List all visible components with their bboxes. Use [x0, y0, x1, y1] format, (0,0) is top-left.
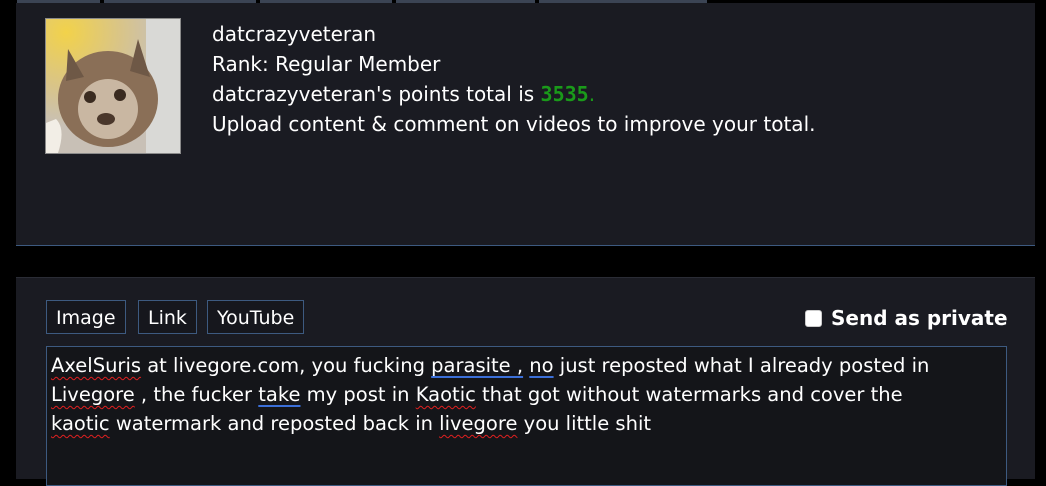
comment-text: my post in	[300, 383, 416, 406]
grammar-error-word: no	[529, 354, 554, 377]
grammar-error-word: take	[258, 383, 301, 406]
send-private-label[interactable]: Send as private	[831, 306, 1008, 330]
spell-error-word: Kaotic	[415, 383, 476, 406]
spell-error-word: AxelSuris	[51, 354, 142, 377]
points-value: 3535	[540, 82, 589, 106]
spell-error-word: livegore	[439, 412, 518, 435]
username[interactable]: datcrazyveteran	[212, 19, 815, 49]
spell-error-word: kaotic	[51, 412, 110, 435]
rank: Rank: Regular Member	[212, 52, 441, 76]
insert-image-button[interactable]: Image	[46, 300, 126, 334]
comment-text: you little shit	[517, 412, 652, 435]
comment-text: at livegore.com, you fucking	[141, 354, 432, 377]
profile-card: datcrazyveteran Rank: Regular Member dat…	[16, 3, 1035, 246]
insert-link-button[interactable]: Link	[138, 300, 197, 334]
points-hint: Upload content & comment on videos to im…	[212, 112, 816, 136]
comment-form: Image Link YouTube Send as private AxelS…	[16, 277, 1035, 486]
comment-line: AxelSuris at livegore.com, you fucking p…	[51, 351, 1002, 380]
comment-text: that got without watermarks and cover th…	[475, 383, 903, 406]
insert-youtube-button[interactable]: YouTube	[207, 300, 305, 334]
avatar[interactable]	[45, 18, 181, 154]
comment-textarea[interactable]: AxelSuris at livegore.com, you fucking p…	[46, 346, 1007, 486]
comment-text: watermark and reposted back in	[109, 412, 440, 435]
points-period: .	[588, 82, 596, 106]
spell-error-word: Livegore	[51, 383, 135, 406]
profile-info: datcrazyveteran Rank: Regular Member dat…	[212, 19, 815, 139]
grammar-error-word: parasite ,	[431, 354, 524, 377]
comment-line: Livegore , the fucker take my post in Ka…	[51, 380, 1002, 409]
comment-text: just reposted what I already posted in	[553, 354, 930, 377]
comment-line: kaotic watermark and reposted back in li…	[51, 409, 1002, 438]
comment-text: , the fucker	[134, 383, 259, 406]
points-line: datcrazyveteran's points total is 3535.	[212, 79, 815, 109]
points-label: datcrazyveteran's points total is	[212, 82, 541, 106]
send-private-toggle[interactable]: Send as private	[805, 306, 1008, 330]
send-private-checkbox[interactable]	[805, 309, 822, 327]
avatar-image	[46, 19, 180, 153]
